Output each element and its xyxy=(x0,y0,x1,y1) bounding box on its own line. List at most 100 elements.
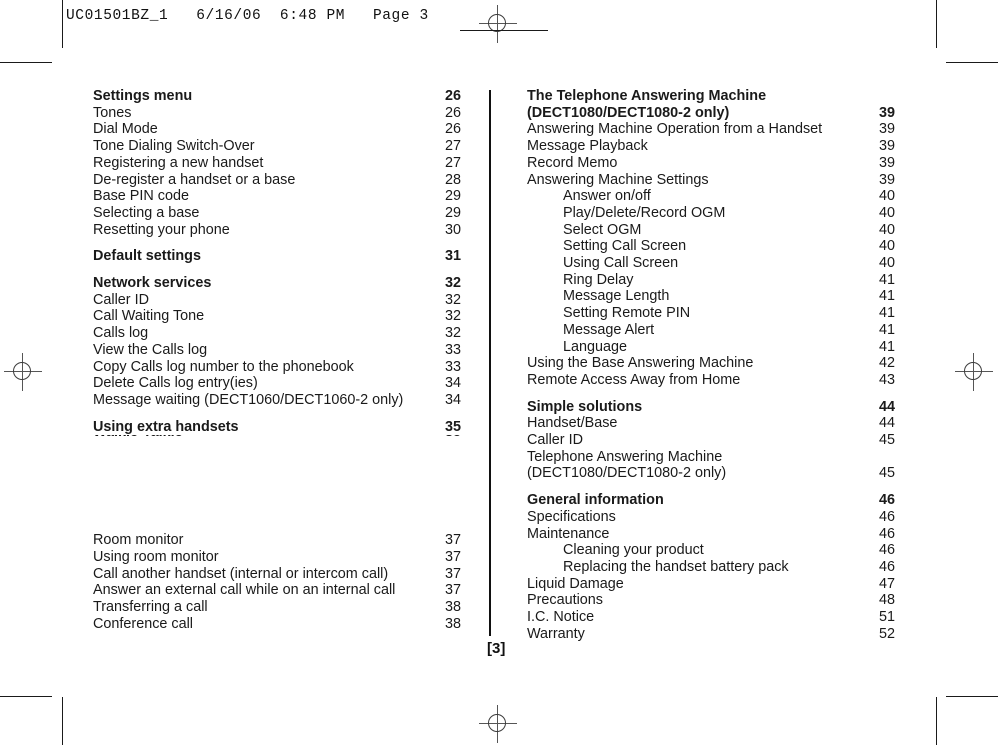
toc-entry[interactable]: Using Call Screen 40 xyxy=(527,255,895,272)
toc-entry[interactable]: Replacing the handset battery pack 46 xyxy=(527,559,895,576)
toc-entry[interactable]: Caller ID 32 xyxy=(93,292,461,309)
toc-entry-page-number: 52 xyxy=(878,625,895,642)
toc-entry[interactable]: Call another handset (internal or interc… xyxy=(93,566,461,583)
toc-entry-page-number: 29 xyxy=(444,204,461,221)
toc-entry[interactable]: Ring Delay 41 xyxy=(527,272,895,289)
toc-entry[interactable]: (DECT1080/DECT1080-2 only) 45 xyxy=(527,465,895,482)
toc-entry[interactable]: Play/Delete/Record OGM 40 xyxy=(527,205,895,222)
toc-entry-page-number: 37 xyxy=(444,549,461,566)
toc-entry[interactable]: Calls log 32 xyxy=(93,325,461,342)
toc-entry-page-number: 26 xyxy=(444,104,461,121)
toc-entry[interactable]: Call Waiting Tone 32 xyxy=(93,308,461,325)
toc-entry[interactable]: Default settings 31 xyxy=(93,248,461,265)
toc-entry[interactable]: Caller ID 45 xyxy=(527,432,895,449)
toc-entry[interactable]: Registering a new handset 27 xyxy=(93,155,461,172)
toc-entry[interactable]: Resetting your phone 30 xyxy=(93,222,461,239)
toc-entry-title: (DECT1080/DECT1080-2 only) xyxy=(527,465,727,482)
registration-mark-bottom-center xyxy=(479,705,517,743)
toc-entry[interactable]: Using the Base Answering Machine 42 xyxy=(527,355,895,372)
toc-entry[interactable]: Answering Machine Settings 39 xyxy=(527,172,895,189)
toc-entry-title: The Telephone Answering Machine xyxy=(527,88,767,104)
toc-entry-title: Answering Machine Operation from a Hands… xyxy=(527,121,823,138)
toc-entry-page-number: 26 xyxy=(444,121,461,138)
toc-entry[interactable]: Answer on/off 40 xyxy=(527,188,895,205)
toc-entry[interactable]: Room monitor 37 xyxy=(93,532,461,549)
toc-entry[interactable]: Precautions 48 xyxy=(527,592,895,609)
toc-entry[interactable]: Cleaning your product 46 xyxy=(527,542,895,559)
toc-entry-page-number: 44 xyxy=(878,415,895,432)
toc-entry[interactable]: Conference call 38 xyxy=(93,616,461,633)
toc-entry[interactable]: Tones 26 xyxy=(93,105,461,122)
toc-entry[interactable]: I.C. Notice 51 xyxy=(527,609,895,626)
toc-entry-page-number: 35 xyxy=(444,418,461,435)
toc-entry-title: Message waiting (DECT1060/DECT1060-2 onl… xyxy=(93,391,404,408)
toc-entry[interactable]: Transferring a call 38 xyxy=(93,599,461,616)
toc-entry-page-number: 34 xyxy=(444,375,461,392)
page-folio-number: [3] xyxy=(487,640,506,657)
toc-entry[interactable]: Message Length 41 xyxy=(527,288,895,305)
toc-entry-title: Specifications xyxy=(527,508,616,525)
toc-entry-title: View the Calls log xyxy=(93,341,208,358)
toc-entry[interactable]: Message Alert 41 xyxy=(527,322,895,339)
toc-entry[interactable]: Warranty 52 xyxy=(527,626,895,643)
toc-entry[interactable]: Maintenance 46 xyxy=(527,526,895,543)
toc-entry-page-number: 38 xyxy=(444,599,461,616)
toc-entry-page-number: 46 xyxy=(878,558,895,575)
toc-entry[interactable]: Record Memo 39 xyxy=(527,155,895,172)
toc-entry-page-number: 46 xyxy=(878,508,895,525)
toc-entry-title: Liquid Damage xyxy=(527,575,624,592)
toc-entry[interactable]: General information 46 xyxy=(527,492,895,509)
toc-entry[interactable]: Setting Remote PIN 41 xyxy=(527,305,895,322)
toc-entry[interactable]: Language 41 xyxy=(527,339,895,356)
toc-entry[interactable]: Simple solutions 44 xyxy=(527,399,895,416)
toc-entry-title: Dial Mode xyxy=(93,121,158,138)
toc-entry[interactable]: Message Playback 39 xyxy=(527,138,895,155)
toc-entry[interactable]: Message waiting (DECT1060/DECT1060-2 onl… xyxy=(93,392,461,409)
toc-entry[interactable]: Tone Dialing Switch-Over 27 xyxy=(93,138,461,155)
toc-entry[interactable]: De-register a handset or a base 28 xyxy=(93,172,461,189)
toc-entry[interactable]: Specifications 46 xyxy=(527,509,895,526)
toc-entry[interactable]: The Telephone Answering Machine xyxy=(527,88,895,105)
toc-entry-page-number: 46 xyxy=(878,492,895,509)
toc-entry[interactable]: Select OGM 40 xyxy=(527,222,895,239)
toc-entry[interactable]: Settings menu 26 xyxy=(93,88,461,105)
toc-entry-title: Delete Calls log entry(ies) xyxy=(93,375,258,392)
toc-entry-page-number: 39 xyxy=(878,138,895,155)
toc-entry-page-number: 39 xyxy=(878,104,895,121)
toc-entry-page-number: 39 xyxy=(878,154,895,171)
toc-entry[interactable]: Answering Machine Operation from a Hands… xyxy=(527,121,895,138)
toc-entry[interactable]: Handset/Base 44 xyxy=(527,415,895,432)
toc-entry-title: Cleaning your product xyxy=(563,542,704,559)
toc-entry[interactable]: Telephone Answering Machine xyxy=(527,449,895,466)
toc-entry[interactable]: Answer an external call while on an inte… xyxy=(93,582,461,599)
toc-entry[interactable]: Using room monitor 37 xyxy=(93,549,461,566)
toc-entry-title: Ring Delay xyxy=(563,271,634,288)
toc-entry[interactable]: Base PIN code 29 xyxy=(93,188,461,205)
crop-mark-top-left-vertical xyxy=(62,0,63,48)
toc-entry[interactable]: Selecting a base 29 xyxy=(93,205,461,222)
toc-entry[interactable]: Using extra handsets 35 xyxy=(93,419,461,436)
toc-entry[interactable]: Dial Mode 26 xyxy=(93,121,461,138)
toc-entry[interactable]: View the Calls log 33 xyxy=(93,342,461,359)
toc-entry-title: Precautions xyxy=(527,592,603,609)
crop-mark-bottom-right-vertical xyxy=(936,697,937,745)
toc-entry-title: Caller ID xyxy=(527,432,583,449)
toc-entry[interactable]: Liquid Damage 47 xyxy=(527,576,895,593)
crop-mark-top-left-horizontal xyxy=(0,62,52,63)
toc-entry[interactable]: Remote Access Away from Home 43 xyxy=(527,372,895,389)
toc-entry[interactable]: Copy Calls log number to the phonebook 33 xyxy=(93,359,461,376)
crop-mark-top-right-vertical xyxy=(936,0,937,48)
toc-entry-page-number: 40 xyxy=(878,188,895,205)
toc-entry-title: Calls log xyxy=(93,325,149,342)
toc-blank-region xyxy=(93,440,461,532)
toc-entry[interactable]: Setting Call Screen 40 xyxy=(527,238,895,255)
toc-entry-page-number: 41 xyxy=(878,271,895,288)
toc-entry-page-number: 33 xyxy=(444,341,461,358)
toc-entry[interactable]: (DECT1080/DECT1080-2 only) 39 xyxy=(527,105,895,122)
toc-entry-title: Simple solutions xyxy=(527,398,643,415)
toc-entry-page-number: 29 xyxy=(444,188,461,205)
toc-entry[interactable]: Network services 32 xyxy=(93,275,461,292)
toc-entry-page-number: 46 xyxy=(878,525,895,542)
toc-entry[interactable]: Delete Calls log entry(ies) 34 xyxy=(93,375,461,392)
toc-entry-title: Message Playback xyxy=(527,138,648,155)
